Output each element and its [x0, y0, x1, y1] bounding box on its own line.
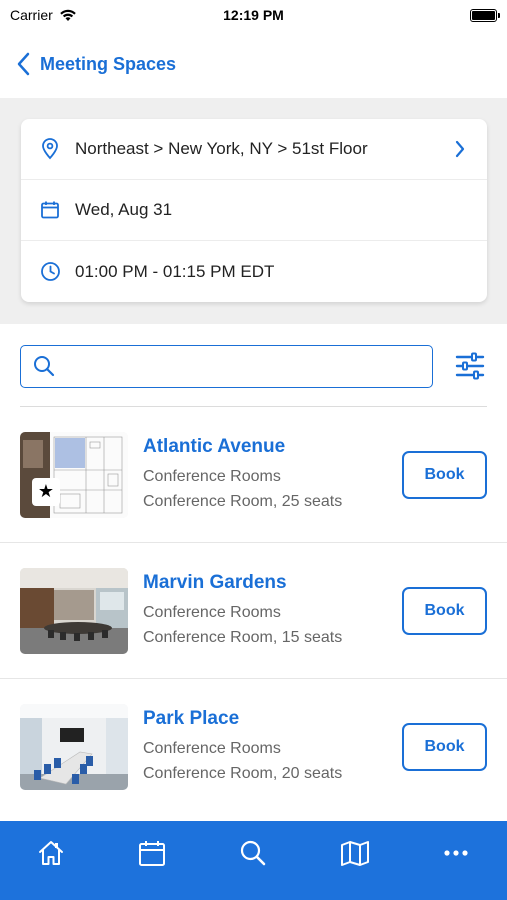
- room-item-atlantic-avenue[interactable]: ★ Atlantic Avenue Conference Rooms Confe…: [0, 407, 507, 543]
- room-detail: Conference Room, 15 seats: [143, 628, 343, 646]
- chevron-left-icon: [17, 52, 30, 76]
- room-type: Conference Rooms: [143, 467, 281, 485]
- search-icon: [34, 356, 55, 377]
- status-bar: Carrier 12:19 PM: [0, 0, 507, 30]
- tab-home[interactable]: [21, 839, 81, 879]
- tab-map[interactable]: [325, 839, 385, 879]
- room-info: Marvin Gardens Conference Rooms Conferen…: [143, 572, 402, 650]
- search-box[interactable]: [20, 344, 433, 388]
- room-info: Park Place Conference Rooms Conference R…: [143, 708, 402, 786]
- tab-calendar[interactable]: [122, 839, 182, 879]
- room-type: Conference Rooms: [143, 603, 281, 621]
- home-icon: [38, 841, 63, 865]
- book-button[interactable]: Book: [402, 450, 487, 499]
- battery-icon: [470, 8, 500, 22]
- room-item-park-place[interactable]: Park Place Conference Rooms Conference R…: [0, 679, 507, 815]
- location-text: Northeast > New York, NY > 51st Floor: [75, 139, 368, 158]
- tab-bar: [0, 821, 507, 900]
- location-pin-icon: [39, 138, 61, 160]
- filter-card: Northeast > New York, NY > 51st Floor We…: [21, 119, 487, 302]
- calendar-icon: [39, 199, 61, 221]
- favorite-star-icon: ★: [32, 477, 60, 506]
- room-name[interactable]: Marvin Gardens: [143, 572, 402, 594]
- room-thumbnail: ★: [20, 431, 128, 518]
- search-icon: [241, 840, 266, 866]
- time-row[interactable]: 01:00 PM - 01:15 PM EDT: [21, 241, 487, 302]
- carrier-label: Carrier: [10, 7, 53, 23]
- more-icon: [444, 850, 468, 856]
- tab-more[interactable]: [426, 839, 486, 879]
- map-icon: [340, 841, 369, 866]
- clock-icon: [39, 261, 61, 283]
- room-item-marvin-gardens[interactable]: Marvin Gardens Conference Rooms Conferen…: [0, 543, 507, 679]
- search-row: [0, 324, 507, 408]
- location-row[interactable]: Northeast > New York, NY > 51st Floor: [21, 119, 487, 180]
- time-text: 01:00 PM - 01:15 PM EDT: [75, 261, 275, 281]
- wifi-icon: [59, 9, 76, 21]
- room-detail: Conference Room, 25 seats: [143, 492, 343, 510]
- sliders-icon: [455, 352, 485, 380]
- tab-search[interactable]: [223, 839, 283, 879]
- room-info: Atlantic Avenue Conference Rooms Confere…: [143, 436, 402, 514]
- calendar-icon: [139, 841, 166, 866]
- date-text: Wed, Aug 31: [75, 200, 173, 219]
- nav-header: Meeting Spaces: [0, 30, 507, 98]
- search-input[interactable]: [63, 357, 432, 375]
- book-button[interactable]: Book: [402, 586, 487, 635]
- room-thumbnail: [20, 704, 128, 790]
- room-list: ★ Atlantic Avenue Conference Rooms Confe…: [0, 407, 507, 815]
- filter-settings-button[interactable]: [453, 349, 487, 383]
- room-type: Conference Rooms: [143, 740, 281, 757]
- back-button[interactable]: Meeting Spaces: [16, 52, 176, 76]
- room-detail: Conference Room, 20 seats: [143, 765, 343, 782]
- filter-area: Northeast > New York, NY > 51st Floor We…: [0, 98, 507, 324]
- room-name[interactable]: Atlantic Avenue: [143, 436, 402, 458]
- status-left: Carrier: [10, 7, 77, 23]
- chevron-right-icon: [455, 140, 465, 158]
- room-name[interactable]: Park Place: [143, 708, 402, 730]
- date-row[interactable]: Wed, Aug 31: [21, 180, 487, 241]
- page-title: Meeting Spaces: [40, 53, 177, 74]
- room-thumbnail: [20, 567, 128, 654]
- book-button[interactable]: Book: [402, 723, 487, 771]
